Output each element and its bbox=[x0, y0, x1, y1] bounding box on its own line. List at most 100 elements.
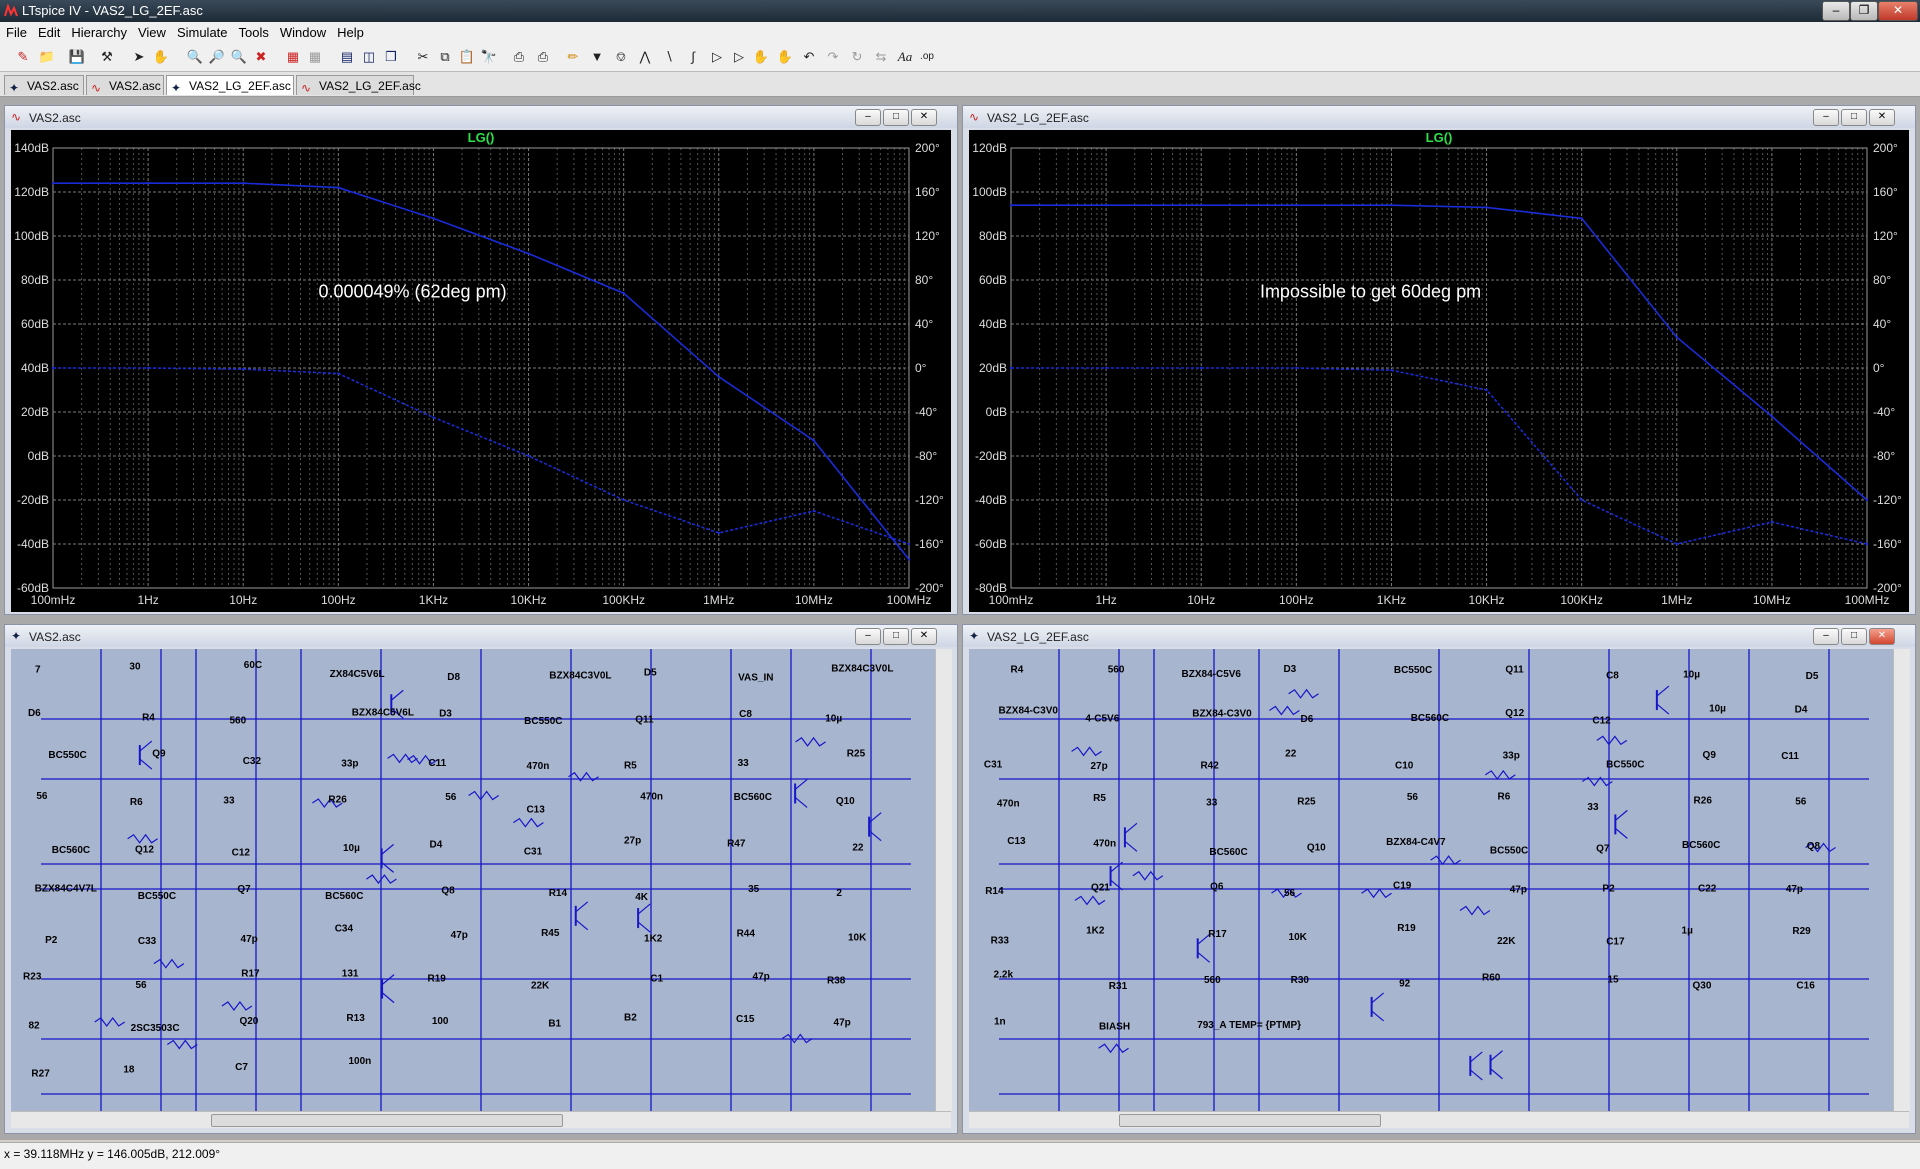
phase-point bbox=[1390, 369, 1393, 372]
x-tick-label: 10KHz bbox=[1469, 593, 1505, 607]
print-preview-icon[interactable]: ⎙ bbox=[510, 48, 528, 66]
close-button[interactable]: ✕ bbox=[1869, 628, 1895, 645]
phase-point bbox=[1295, 366, 1298, 370]
vertical-scrollbar[interactable] bbox=[1893, 649, 1910, 1111]
component-label: 470n bbox=[640, 792, 663, 803]
minimize-button[interactable]: – bbox=[1813, 628, 1839, 645]
resistor-icon[interactable]: ⋀ bbox=[636, 48, 654, 66]
component-label: 10µ bbox=[1709, 703, 1726, 714]
copy-icon[interactable]: ⧉ bbox=[436, 48, 454, 66]
y-tick-label-db: 100dB bbox=[972, 185, 1007, 199]
bode-plot-left[interactable]: 100mHz 1Hz 10Hz 100Hz 1KHz 10KHz 100KHz 1MHz 10M… bbox=[11, 130, 951, 612]
mirror-icon[interactable]: ⇆ bbox=[872, 48, 890, 66]
tab-vas2-schematic[interactable]: ✦ VAS2.asc bbox=[4, 75, 84, 95]
maximize-button[interactable]: □ bbox=[883, 628, 909, 645]
close-button[interactable]: ✕ bbox=[1878, 1, 1918, 21]
minimize-button[interactable]: – bbox=[855, 628, 881, 645]
scrollbar-thumb[interactable] bbox=[211, 1114, 563, 1127]
menu-simulate[interactable]: Simulate bbox=[171, 22, 233, 40]
maximize-button[interactable]: □ bbox=[1841, 628, 1867, 645]
diode-icon[interactable]: ▷ bbox=[708, 48, 726, 66]
print-icon[interactable]: ⎙ bbox=[534, 48, 552, 66]
component-label: P2 bbox=[45, 935, 58, 946]
zoom-fit-icon[interactable]: ✖ bbox=[252, 48, 270, 66]
tab-vas2-lg-2ef-schematic[interactable]: ✦ VAS2_LG_2EF.asc bbox=[166, 75, 294, 95]
label-net-icon[interactable]: ⎊ bbox=[612, 48, 630, 66]
phase-point bbox=[622, 498, 625, 502]
capacitor-icon[interactable]: ∖ bbox=[660, 48, 678, 66]
redo-icon[interactable]: ↷ bbox=[824, 48, 842, 66]
minimize-button[interactable]: – bbox=[1813, 109, 1839, 126]
component-label: R42 bbox=[1200, 760, 1219, 771]
maximize-button[interactable]: □ bbox=[1841, 109, 1867, 126]
rotate-icon[interactable]: ↻ bbox=[848, 48, 866, 66]
component-label: 470n bbox=[1093, 838, 1116, 849]
tab-vas2-lg-2ef-waveform[interactable]: ∿ VAS2_LG_2EF.asc bbox=[296, 75, 421, 95]
control-panel-icon[interactable]: ⚒ bbox=[98, 48, 116, 66]
horizontal-scrollbar[interactable] bbox=[11, 1111, 951, 1128]
zoom-in-icon[interactable]: 🔍 bbox=[186, 48, 204, 66]
open-folder-icon[interactable]: 📁 bbox=[38, 48, 56, 66]
move-icon[interactable]: ✋ bbox=[752, 48, 770, 66]
schematic-window-vas2-lg-2ef[interactable]: ✦ VAS2_LG_2EF.asc – □ ✕ R4 560 BZX84-C5V6 D… bbox=[962, 624, 1916, 1134]
close-button[interactable]: ✕ bbox=[911, 109, 937, 126]
y-tick-label-db: 120dB bbox=[972, 141, 1007, 155]
component-label: Q10 bbox=[1307, 843, 1326, 854]
cascade-icon[interactable]: ❐ bbox=[382, 48, 400, 66]
component-label: C15 bbox=[736, 1014, 755, 1025]
component-label: 1µ bbox=[1682, 925, 1694, 936]
cut-icon[interactable]: ✂ bbox=[414, 48, 432, 66]
menu-help[interactable]: Help bbox=[331, 22, 369, 40]
resistor-symbol bbox=[1098, 1043, 1129, 1054]
spice-directive-icon[interactable]: .op bbox=[918, 48, 936, 66]
undo-icon[interactable]: ↶ bbox=[800, 48, 818, 66]
halt-icon[interactable]: ✋ bbox=[152, 48, 170, 66]
component-icon[interactable]: ▷ bbox=[730, 48, 748, 66]
horizontal-scrollbar[interactable] bbox=[969, 1111, 1909, 1128]
minimize-button[interactable]: – bbox=[1822, 1, 1850, 21]
menu-file[interactable]: File bbox=[0, 22, 32, 40]
tab-vas2-waveform[interactable]: ∿ VAS2.asc bbox=[86, 75, 164, 95]
waveform-window-vas2[interactable]: ∿ VAS2.asc – □ ✕ 100mHz 1Hz 10Hz 100Hz 1KHz 1… bbox=[4, 105, 958, 615]
bode-plot-right[interactable]: 100mHz 1Hz 10Hz 100Hz 1KHz 10KHz 100KHz 1MHz 10M… bbox=[969, 130, 1909, 612]
save-icon[interactable]: 💾 bbox=[68, 48, 86, 66]
schematic-canvas-right[interactable]: R4 560 BZX84-C5V6 D3 BC550C Q11 C8 10µ D5 BZX84-C… bbox=[969, 649, 1893, 1111]
autorange-icon[interactable]: ▦ bbox=[284, 48, 302, 66]
menu-window[interactable]: Window bbox=[274, 22, 331, 40]
draw-wire-icon[interactable]: ✏ bbox=[564, 48, 582, 66]
run-icon[interactable]: ➤ bbox=[130, 48, 148, 66]
transistor-emitter bbox=[575, 919, 589, 931]
menu-edit[interactable]: Edit bbox=[32, 22, 65, 40]
maximize-button[interactable]: □ bbox=[883, 109, 909, 126]
y-tick-label-deg: -120° bbox=[1873, 493, 1902, 507]
resistor-symbol bbox=[1132, 870, 1164, 881]
component-label: 10µ bbox=[1683, 670, 1700, 681]
minimize-button[interactable]: – bbox=[855, 109, 881, 126]
text-icon[interactable]: Aa bbox=[896, 48, 914, 66]
waveform-window-vas2-lg-2ef[interactable]: ∿ VAS2_LG_2EF.asc – □ ✕ 100mHz 1Hz 10Hz 100… bbox=[962, 105, 1916, 615]
new-schematic-icon[interactable]: ✎ bbox=[14, 48, 32, 66]
close-button[interactable]: ✕ bbox=[911, 628, 937, 645]
find-icon[interactable]: 🔭 bbox=[480, 48, 498, 66]
close-button[interactable]: ✕ bbox=[1869, 109, 1895, 126]
inductor-icon[interactable]: ∫ bbox=[684, 48, 702, 66]
schematic-window-vas2[interactable]: ✦ VAS2.asc – □ ✕ 7 30 60C ZX84C5V6L D8 BZX84C… bbox=[4, 624, 958, 1134]
menu-view[interactable]: View bbox=[132, 22, 171, 40]
tile-horizontal-icon[interactable]: ▤ bbox=[338, 48, 356, 66]
restore-button[interactable]: ❐ bbox=[1850, 1, 1878, 21]
phase-point bbox=[1009, 366, 1013, 370]
zoom-out-icon[interactable]: 🔍 bbox=[230, 48, 248, 66]
component-label: 47p bbox=[1510, 884, 1527, 895]
pan-icon[interactable]: 🔎 bbox=[208, 48, 226, 66]
tile-vertical-icon[interactable]: ◫ bbox=[360, 48, 378, 66]
schematic-canvas-left[interactable]: 7 30 60C ZX84C5V6L D8 BZX84C3V0L D5 VAS_IN BZX84… bbox=[11, 649, 935, 1111]
status-bar: x = 39.118MHz y = 146.005dB, 212.009° bbox=[0, 1142, 1920, 1169]
vertical-scrollbar[interactable] bbox=[935, 649, 952, 1111]
ground-icon[interactable]: ▼ bbox=[588, 48, 606, 66]
grid-icon[interactable]: ▦ bbox=[306, 48, 324, 66]
paste-icon[interactable]: 📋 bbox=[458, 48, 476, 66]
menu-hierarchy[interactable]: Hierarchy bbox=[65, 22, 132, 40]
drag-icon[interactable]: ✋ bbox=[776, 48, 794, 66]
menu-tools[interactable]: Tools bbox=[233, 22, 274, 40]
scrollbar-thumb[interactable] bbox=[1119, 1114, 1381, 1127]
